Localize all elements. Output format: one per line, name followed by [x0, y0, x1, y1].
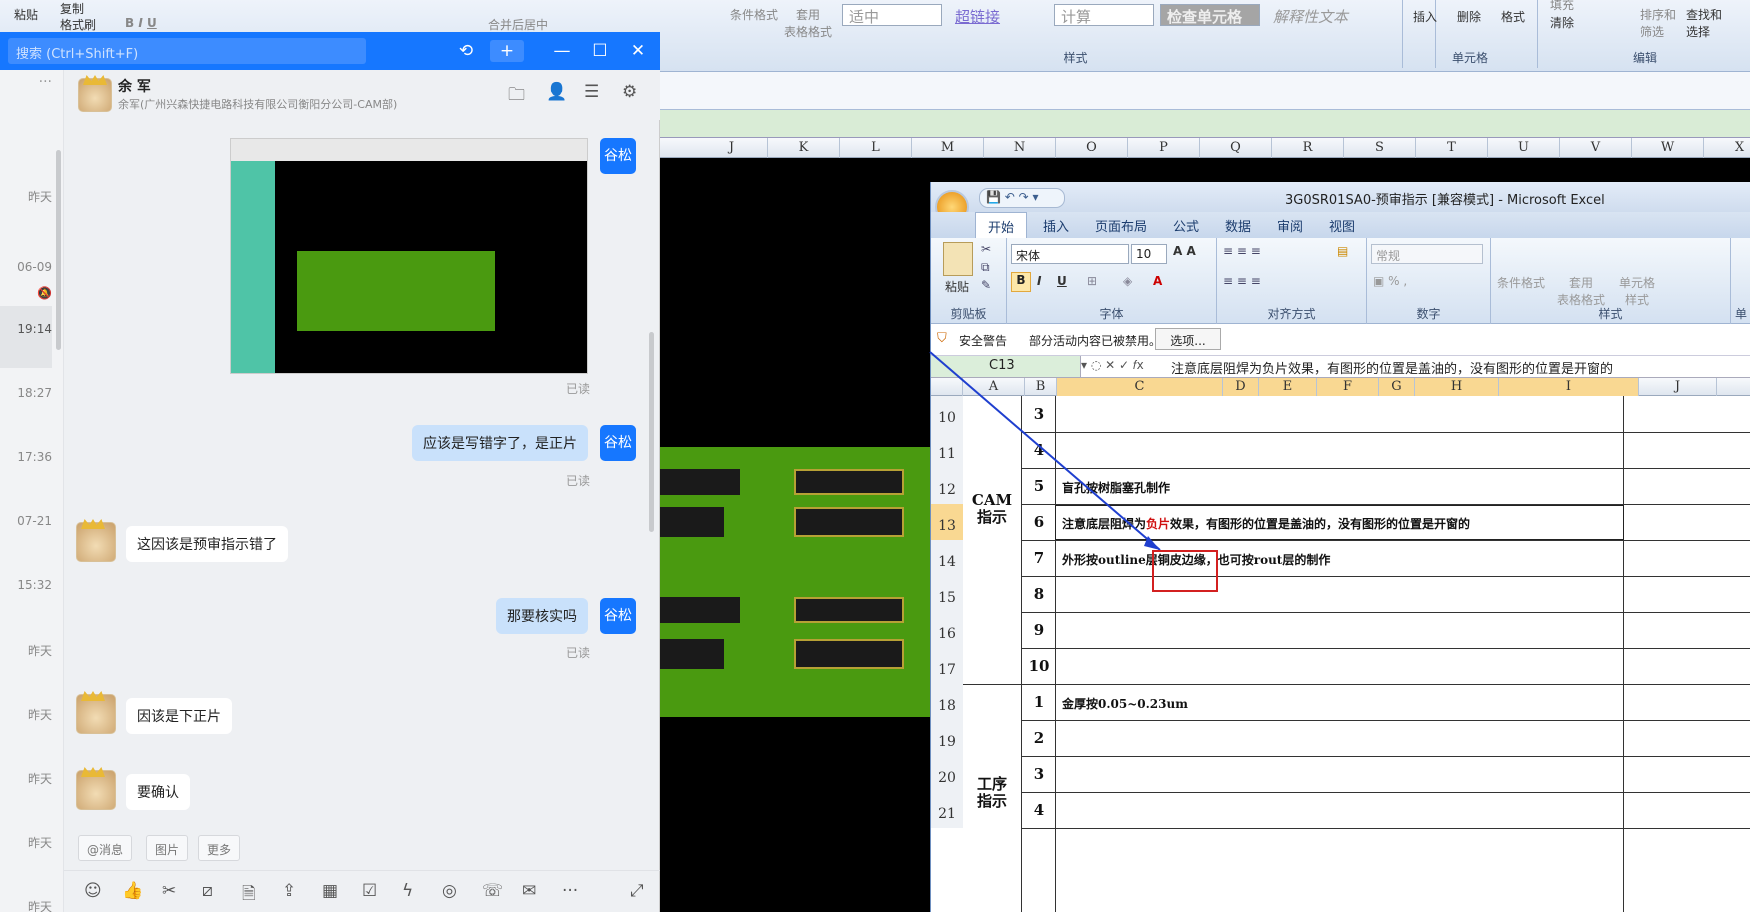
annotation-arrow	[929, 351, 1161, 551]
highlight-box	[1152, 550, 1218, 592]
